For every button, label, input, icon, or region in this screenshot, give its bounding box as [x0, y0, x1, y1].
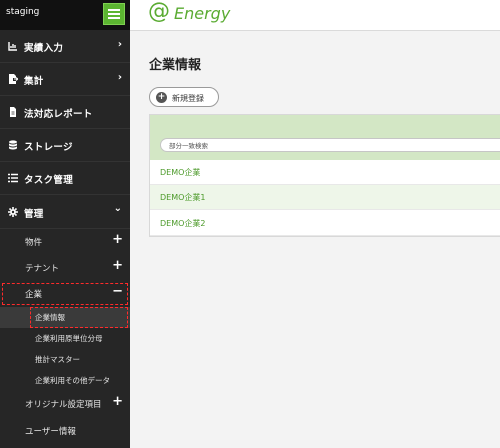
- sidebar-subitem-company-other-data[interactable]: 企業利用その他データ: [0, 370, 130, 391]
- nav-item-label: ストレージ: [24, 142, 73, 153]
- highlight-annotation-box: [2, 283, 128, 305]
- nav-item-results-input[interactable]: 実績入力 ›: [0, 30, 130, 63]
- nav-item-label: タスク管理: [24, 175, 74, 186]
- nav-item-label: 実績入力: [24, 43, 64, 54]
- hamburger-menu-icon[interactable]: [103, 3, 125, 25]
- table-row[interactable]: DEMO企業2: [150, 211, 500, 236]
- nav-item-label: 集計: [24, 76, 44, 87]
- table-row[interactable]: DEMO企業: [150, 160, 500, 185]
- nav-item-storage[interactable]: ストレージ: [0, 129, 130, 162]
- plus-circle-icon: +: [156, 92, 167, 103]
- sidebar-subitem-label: 推計マスター: [35, 355, 80, 364]
- sidebar-item-tenant[interactable]: テナント +: [0, 255, 130, 281]
- database-icon: [9, 140, 17, 150]
- nav-item-task-management[interactable]: タスク管理: [0, 162, 130, 195]
- sidebar-item-user-info[interactable]: ユーザー情報: [0, 418, 130, 444]
- top-bar: @ Energy: [130, 0, 500, 31]
- gear-icon: [8, 207, 18, 217]
- button-label: 新規登録: [172, 94, 204, 103]
- document-icon: [10, 107, 16, 117]
- nav-item-management[interactable]: 管理 ⌄: [0, 196, 130, 229]
- environment-label: staging: [6, 7, 40, 17]
- sidebar-item-property[interactable]: 物件 +: [0, 229, 130, 255]
- search-input[interactable]: [169, 140, 489, 151]
- expand-plus-icon: +: [112, 258, 123, 273]
- chart-icon: [8, 42, 17, 51]
- task-list-icon: [8, 173, 18, 183]
- table-row[interactable]: DEMO企業1: [150, 185, 500, 210]
- expand-plus-icon: +: [112, 232, 123, 247]
- sidebar-item-label: オリジナル設定項目: [25, 400, 102, 410]
- nav-item-label: 法対応レポート: [24, 109, 93, 120]
- sidebar-item-original-settings[interactable]: オリジナル設定項目 +: [0, 391, 130, 417]
- export-file-icon: [9, 74, 18, 84]
- company-list-panel: DEMO企業 DEMO企業1 DEMO企業2: [149, 114, 500, 237]
- sidebar: staging 実績入力 › 集計 › 法対応レポート ストレージ タスク管理 …: [0, 0, 130, 448]
- nav-item-legal-report[interactable]: 法対応レポート: [0, 96, 130, 129]
- nav-item-aggregation[interactable]: 集計 ›: [0, 63, 130, 96]
- sidebar-item-label: テナント: [25, 264, 60, 274]
- company-name-link[interactable]: DEMO企業2: [160, 218, 206, 229]
- company-name-link[interactable]: DEMO企業: [160, 167, 200, 178]
- company-name-link[interactable]: DEMO企業1: [160, 192, 206, 203]
- sidebar-subitem-label: 企業利用その他データ: [35, 376, 110, 385]
- sidebar-subitem-company-basic-unit[interactable]: 企業利用原単位分母: [0, 328, 130, 349]
- expand-plus-icon: +: [112, 394, 123, 409]
- chevron-right-icon: ›: [117, 39, 122, 50]
- logo-at-mark: @: [148, 0, 170, 24]
- page-title: 企業情報: [149, 58, 202, 73]
- logo-text: Energy: [174, 4, 231, 23]
- environment-bar: staging: [0, 0, 130, 30]
- new-registration-button[interactable]: + 新規登録: [149, 87, 219, 107]
- sidebar-item-label: 物件: [25, 238, 43, 248]
- nav-item-label: 管理: [24, 209, 44, 220]
- sidebar-subitem-estimation-master[interactable]: 推計マスター: [0, 349, 130, 370]
- highlight-annotation-box: [30, 307, 128, 328]
- sidebar-subitem-label: 企業利用原単位分母: [35, 334, 103, 343]
- sidebar-item-label: ユーザー情報: [25, 427, 76, 437]
- panel-header: [150, 115, 500, 160]
- chevron-right-icon: ›: [117, 72, 122, 83]
- chevron-down-icon: ⌄: [113, 203, 122, 214]
- search-box: [160, 138, 500, 152]
